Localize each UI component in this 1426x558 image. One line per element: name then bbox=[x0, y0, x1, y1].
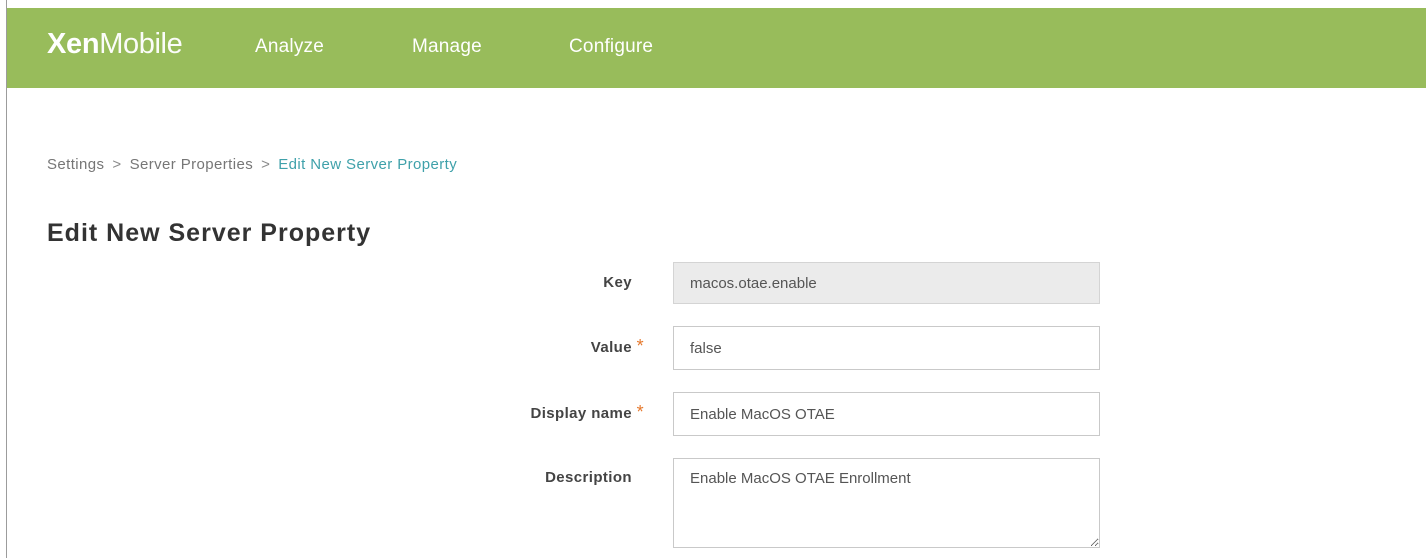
breadcrumb-separator: > bbox=[112, 156, 122, 173]
value-input[interactable] bbox=[673, 326, 1100, 370]
description-textarea[interactable]: Enable MacOS OTAE Enrollment bbox=[673, 458, 1100, 548]
key-input bbox=[673, 262, 1100, 304]
top-nav-bar: XenMobile Analyze Manage Configure bbox=[7, 8, 1426, 88]
nav-manage[interactable]: Manage bbox=[412, 35, 482, 59]
xenmobile-logo[interactable]: XenMobile bbox=[47, 28, 183, 60]
value-label: Value * bbox=[400, 336, 644, 358]
logo-brand-light: Mobile bbox=[99, 28, 183, 60]
required-asterisk: * bbox=[636, 402, 644, 422]
display-name-label-text: Display name bbox=[530, 405, 632, 422]
value-label-text: Value bbox=[590, 339, 632, 356]
key-label: Key bbox=[400, 273, 632, 293]
description-label: Description bbox=[400, 468, 632, 488]
required-asterisk: * bbox=[636, 336, 644, 356]
breadcrumb-settings[interactable]: Settings bbox=[47, 156, 104, 173]
breadcrumb: Settings > Server Properties > Edit New Serv… bbox=[47, 155, 457, 175]
logo-brand-bold: Xen bbox=[47, 28, 100, 60]
display-name-label: Display name * bbox=[400, 402, 643, 424]
breadcrumb-current: Edit New Server Property bbox=[278, 156, 458, 173]
breadcrumb-separator: > bbox=[261, 156, 271, 173]
page-title: Edit New Server Property bbox=[47, 219, 372, 247]
key-label-text: Key bbox=[603, 274, 632, 291]
nav-configure[interactable]: Configure bbox=[569, 35, 653, 59]
description-label-text: Description bbox=[545, 469, 632, 486]
breadcrumb-server-properties[interactable]: Server Properties bbox=[130, 156, 254, 173]
display-name-input[interactable] bbox=[673, 392, 1100, 436]
nav-analyze[interactable]: Analyze bbox=[255, 35, 324, 59]
